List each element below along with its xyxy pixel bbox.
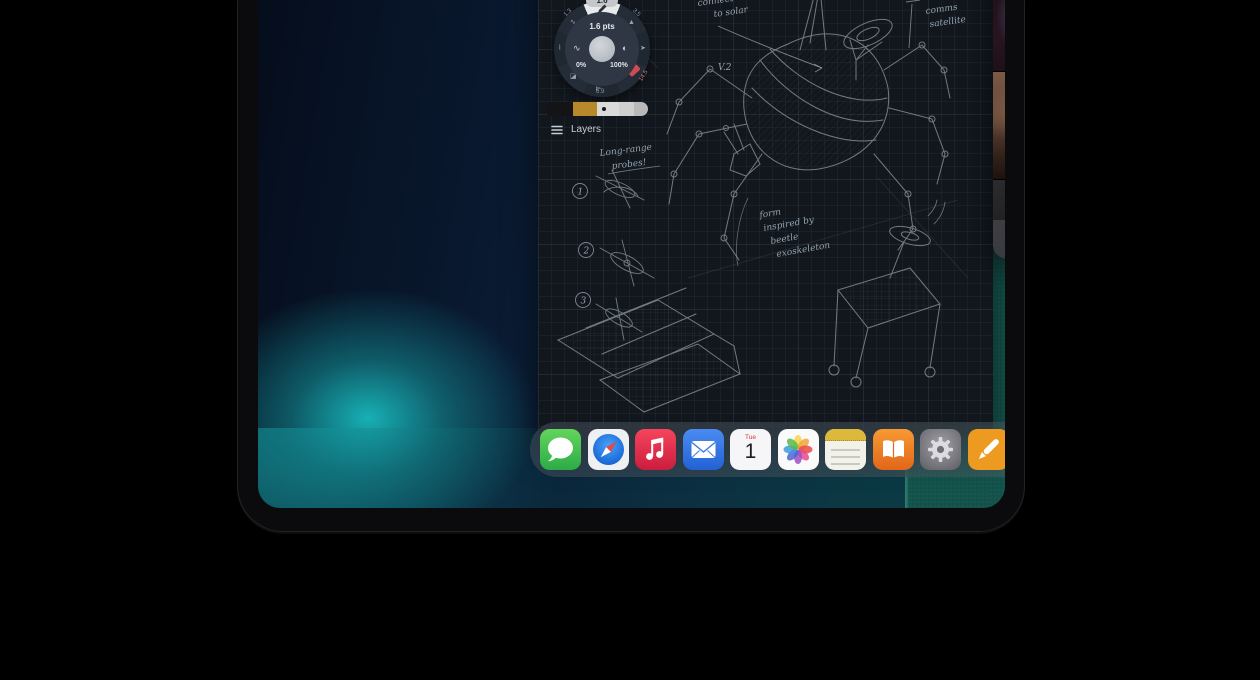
layers-label: Layers [571, 124, 601, 135]
swatch-dark-gray[interactable] [634, 102, 648, 116]
music-note-icon [635, 429, 676, 470]
photos-app-window[interactable]: Months All [993, 0, 1005, 259]
swatch-gold[interactable] [573, 102, 597, 116]
dock-app-books[interactable] [873, 429, 914, 470]
dock: Tue 1 [530, 422, 1005, 477]
annotation-beetle-3: beetle [770, 232, 800, 247]
annotation-num-1: 1 [578, 188, 584, 198]
stroke-size-label: 1.6 pts [565, 22, 639, 31]
fill-tool-icon: ▻ [596, 85, 601, 92]
messages-bubble-icon [540, 429, 581, 470]
annotation-version: V.2 [718, 63, 732, 73]
line-tool-icon: ⌇ [558, 45, 561, 52]
opacity-half-icon: ◐ [622, 43, 627, 53]
color-swatch-bar[interactable] [547, 102, 648, 116]
ipad-screen: connect to solar comms satellite V.2 Lon… [258, 0, 1005, 508]
annotation-comms-2: satellite [929, 15, 967, 30]
dock-app-photos[interactable] [778, 429, 819, 470]
annotation-comms-1: comms [925, 3, 959, 17]
dock-app-calendar[interactable]: Tue 1 [730, 429, 771, 470]
layers-button[interactable]: Layers [551, 124, 601, 135]
annotation-beetle-1: form [758, 207, 782, 221]
annotation-connect-2: to solar [713, 5, 749, 20]
tool-preview-core[interactable] [589, 36, 615, 62]
annotation-probes-2: probes! [611, 158, 647, 172]
annotation-num-3: 3 [581, 297, 587, 307]
drawing-pen-icon [968, 429, 1006, 470]
books-open-book-icon [873, 429, 914, 470]
annotation-probes-1: Long-range [598, 143, 652, 159]
dock-app-music[interactable] [635, 429, 676, 470]
swatch-black[interactable] [547, 102, 573, 116]
dock-app-safari[interactable] [588, 429, 629, 470]
dock-app-notes[interactable] [825, 429, 866, 470]
tool-wheel[interactable]: 1.6 1.3 3.5 14.5 6.9 ∿ ▲ ➤ ⌇ ◪ ▻ 1.6 pts [554, 1, 650, 97]
dock-app-mail[interactable] [683, 429, 724, 470]
photos-view-switcher: Months All [993, 220, 1005, 259]
swatch-gray[interactable] [619, 102, 634, 116]
texture-icon: ∿ [573, 43, 581, 54]
pencil-tool-icon [596, 3, 608, 15]
mail-envelope-icon [683, 429, 724, 470]
dock-app-settings[interactable] [920, 429, 961, 470]
safari-compass-icon [593, 434, 624, 465]
promo-stage: connect to solar comms satellite V.2 Lon… [0, 0, 1260, 680]
dock-app-drawing[interactable] [968, 429, 1006, 470]
layers-menu-icon [551, 125, 563, 135]
opacity-min-label: 0% [576, 62, 586, 69]
opacity-max-label: 100% [610, 62, 628, 69]
tool-options-disc[interactable]: 1.6 pts ∿ ◐ 0% 100% [565, 12, 639, 86]
dock-app-messages[interactable] [540, 429, 581, 470]
calendar-day: 1 [730, 441, 771, 463]
photo-horsehead-nebula[interactable] [993, 0, 1005, 71]
notes-icon [825, 429, 866, 441]
annotation-num-2: 2 [583, 247, 590, 257]
selected-swatch-dot [602, 107, 606, 111]
concepts-app-window[interactable]: connect to solar comms satellite V.2 Lon… [538, 0, 993, 440]
swatch-light-gray-selected[interactable] [597, 102, 619, 116]
photo-mars-surface[interactable] [993, 72, 1005, 179]
settings-gear-glyph [920, 429, 961, 470]
pen-tool-icon: ➤ [640, 45, 646, 52]
